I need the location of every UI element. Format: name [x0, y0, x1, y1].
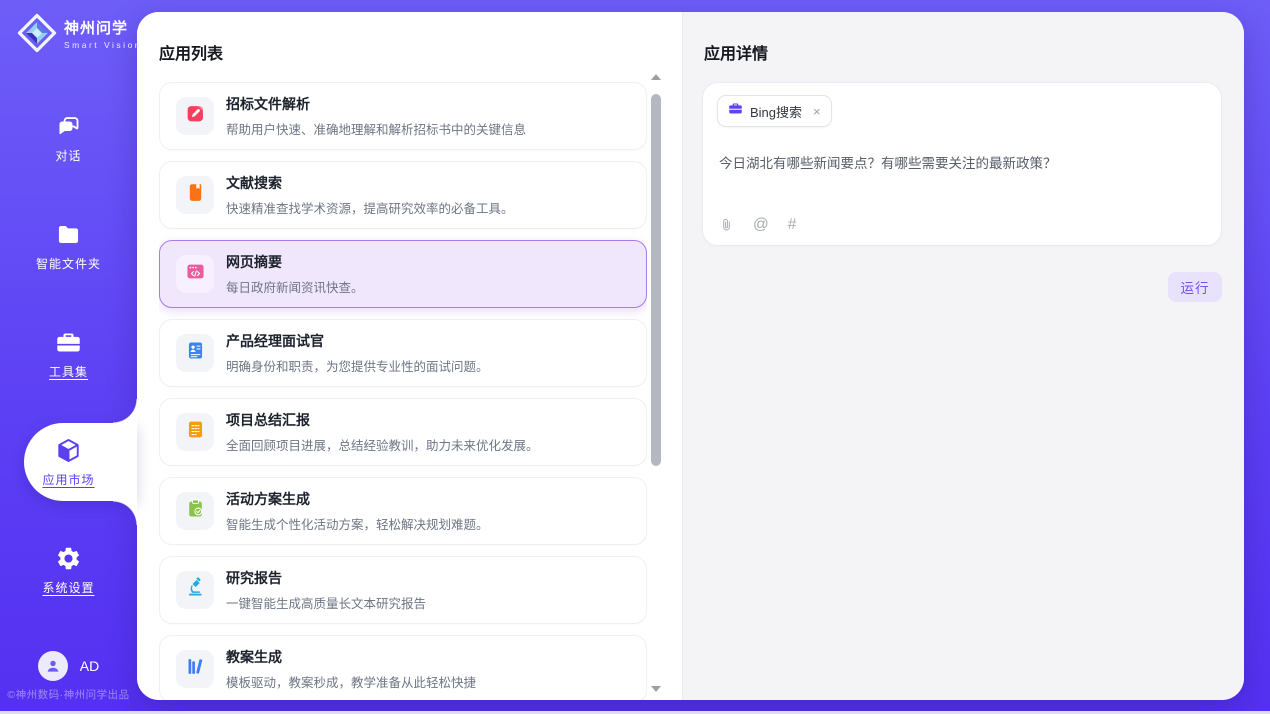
cube-icon — [55, 437, 82, 464]
book-icon — [185, 182, 206, 208]
app-card-description: 每日政府新闻资讯快查。 — [226, 277, 364, 296]
app-card-title: 招标文件解析 — [226, 94, 526, 114]
scrollbar-down-arrow-icon[interactable] — [651, 686, 661, 692]
app-card-description: 全面回顾项目进展，总结经验教训，助力未来优化发展。 — [226, 435, 539, 454]
app-card-title: 项目总结汇报 — [226, 410, 539, 430]
web-code-icon — [185, 261, 206, 287]
brand: 神州问学 Smart Vision — [17, 13, 142, 53]
app-card[interactable]: 招标文件解析 帮助用户快速、准确地理解和解析招标书中的关键信息 — [159, 82, 647, 150]
books-icon — [185, 656, 206, 682]
run-button[interactable]: 运行 — [1168, 272, 1222, 302]
app-window: 神州问学 Smart Vision 对话 智能文件夹 工具集 应用市场 系统设置 — [0, 0, 1270, 714]
user-row[interactable]: AD — [0, 651, 137, 681]
app-card[interactable]: 教案生成 模板驱动，教案秒成，教学准备从此轻松快捷 — [159, 635, 647, 700]
app-card-title: 活动方案生成 — [226, 489, 489, 509]
app-card-title: 教案生成 — [226, 647, 476, 667]
sidebar-item-system-settings[interactable]: 系统设置 — [0, 538, 137, 602]
active-curve-top — [113, 399, 137, 423]
app-card-description: 帮助用户快速、准确地理解和解析招标书中的关键信息 — [226, 119, 526, 138]
brand-subtitle: Smart Vision — [64, 40, 142, 50]
report-notes-icon — [185, 419, 206, 445]
app-card-title: 网页摘要 — [226, 252, 364, 272]
toolbox-icon — [55, 329, 82, 356]
app-card-description: 明确身份和职责，为您提供专业性的面试问题。 — [226, 356, 489, 375]
tag-close-icon[interactable]: × — [813, 105, 821, 118]
app-card[interactable]: 文献搜索 快速精准查找学术资源，提高研究效率的必备工具。 — [159, 161, 647, 229]
app-card-description: 智能生成个性化活动方案，轻松解决规划难题。 — [226, 514, 489, 533]
scrollbar-thumb[interactable] — [651, 94, 661, 466]
sidebar-item-chat[interactable]: 对话 — [0, 106, 137, 170]
gear-icon — [55, 545, 82, 572]
paperclip-icon[interactable] — [719, 216, 734, 234]
query-text[interactable]: 今日湖北有哪些新闻要点？有哪些需要关注的最新政策？ — [719, 152, 1205, 172]
sidebar-nav: 对话 智能文件夹 工具集 应用市场 系统设置 — [0, 106, 137, 646]
input-toolbar: @# — [719, 216, 796, 234]
brand-name: 神州问学 — [64, 17, 142, 38]
prompt-input-card[interactable]: Bing搜索 × 今日湖北有哪些新闻要点？有哪些需要关注的最新政策？ @# — [702, 82, 1222, 246]
tool-tag-label: Bing搜索 — [750, 102, 802, 121]
app-card[interactable]: 项目总结汇报 全面回顾项目进展，总结经验教训，助力未来优化发展。 — [159, 398, 647, 466]
app-card-description: 模板驱动，教案秒成，教学准备从此轻松快捷 — [226, 672, 476, 691]
sidebar-item-toolset[interactable]: 工具集 — [0, 322, 137, 386]
microscope-icon — [185, 577, 206, 603]
user-initials: AD — [80, 658, 99, 674]
edit-doc-icon — [185, 103, 206, 129]
avatar — [38, 651, 68, 681]
sidebar-footer: ©神州数码·神州问学出品 — [0, 687, 137, 702]
app-card-list: 招标文件解析 帮助用户快速、准确地理解和解析招标书中的关键信息 文献搜索 快速精… — [159, 82, 647, 700]
brand-logo-icon — [17, 13, 57, 53]
app-detail-panel: 应用详情 Bing搜索 × 今日湖北有哪些新闻要点？有哪些需要关注的最新政策？ … — [682, 12, 1244, 700]
active-curve-bottom — [113, 501, 137, 525]
app-card-description: 一键智能生成高质量长文本研究报告 — [226, 593, 426, 612]
app-card[interactable]: 网页摘要 每日政府新闻资讯快查。 — [159, 240, 647, 308]
sidebar: 神州问学 Smart Vision 对话 智能文件夹 工具集 应用市场 系统设置 — [0, 0, 137, 714]
app-card-description: 快速精准查找学术资源，提高研究效率的必备工具。 — [226, 198, 514, 217]
app-card[interactable]: 产品经理面试官 明确身份和职责，为您提供专业性的面试问题。 — [159, 319, 647, 387]
app-list-title: 应用列表 — [159, 40, 223, 64]
scrollbar-up-arrow-icon[interactable] — [651, 74, 661, 80]
app-list-panel: 应用列表 招标文件解析 帮助用户快速、准确地理解和解析招标书中的关键信息 文献搜… — [137, 12, 682, 700]
folder-icon — [55, 221, 82, 248]
at-icon[interactable]: @ — [753, 216, 769, 234]
app-card-title: 产品经理面试官 — [226, 331, 489, 351]
main-content: 应用列表 招标文件解析 帮助用户快速、准确地理解和解析招标书中的关键信息 文献搜… — [137, 12, 1244, 700]
sidebar-item-smart-folders[interactable]: 智能文件夹 — [0, 214, 137, 278]
scrollbar[interactable] — [650, 72, 662, 694]
sidebar-item-app-market[interactable]: 应用市场 — [0, 430, 137, 494]
app-card[interactable]: 研究报告 一键智能生成高质量长文本研究报告 — [159, 556, 647, 624]
app-detail-title: 应用详情 — [704, 40, 768, 64]
hash-icon[interactable]: # — [788, 216, 797, 234]
briefcase-icon — [728, 101, 743, 121]
resume-icon — [185, 340, 206, 366]
chat-icon — [55, 113, 82, 140]
app-card-title: 文献搜索 — [226, 173, 514, 193]
app-card[interactable]: 活动方案生成 智能生成个性化活动方案，轻松解决规划难题。 — [159, 477, 647, 545]
tool-tag-bing-search[interactable]: Bing搜索 × — [717, 95, 832, 127]
app-card-title: 研究报告 — [226, 568, 426, 588]
clipboard-check-icon — [185, 498, 206, 524]
